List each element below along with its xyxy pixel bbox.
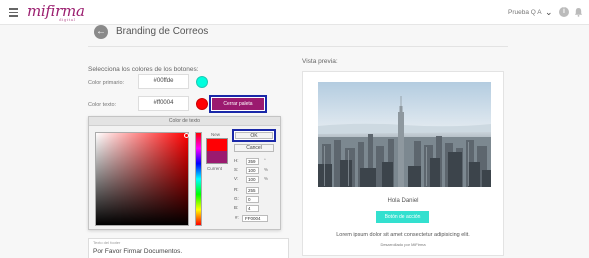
new-color-label: New (211, 132, 221, 137)
value-label: V: (234, 176, 239, 181)
city-skyline-image (318, 82, 491, 187)
email-preview-card: Hola Daniel Botón de acción Lorem ipsum … (302, 71, 504, 256)
greeting-text: Hola Daniel (387, 198, 419, 204)
green-label: G: (234, 196, 239, 201)
page-title: Branding de Correos (116, 26, 209, 37)
colors-section-label: Selecciona los colores de los botones: (88, 66, 199, 73)
preview-body-text: Lorem ipsum dolor sit amet consectetur a… (336, 232, 470, 238)
text-color-swatch[interactable] (196, 98, 208, 110)
red-field[interactable]: 255 (246, 187, 259, 194)
hue-unit: ° (264, 158, 266, 163)
powered-by-text: Desarrollado por MiFirma (380, 242, 426, 247)
skyline-drawing (318, 96, 491, 187)
color-cursor[interactable] (184, 133, 189, 138)
current-color-label: Current (207, 166, 223, 171)
cancel-button[interactable]: Cancel (234, 144, 274, 152)
value-field[interactable]: 100 (246, 176, 259, 183)
primary-color-label: Color primario: (88, 80, 125, 86)
back-button[interactable]: ← (94, 25, 108, 39)
hex-field[interactable]: FF0004 (242, 215, 268, 222)
bell-icon[interactable] (574, 7, 583, 17)
green-field[interactable]: 0 (246, 196, 259, 203)
saturation-unit: % (264, 167, 269, 172)
app-logo[interactable]: mifirma digital (27, 2, 85, 22)
new-color-swatch (206, 138, 228, 151)
chevron-down-icon[interactable]: ⌄ (545, 7, 553, 18)
primary-color-swatch[interactable] (196, 76, 208, 88)
divider (88, 46, 508, 47)
hex-label: #: (235, 215, 239, 220)
close-palette-button[interactable]: Cerrar paleta (209, 95, 267, 113)
hue-field[interactable]: 359 (246, 158, 259, 165)
ok-button[interactable]: OK (232, 129, 276, 142)
value-unit: % (264, 176, 269, 181)
saturation-field[interactable]: 100 (246, 167, 259, 174)
menu-icon[interactable] (9, 8, 18, 17)
text-color-label: Color texto: (88, 102, 117, 108)
top-bar: mifirma digital Prueba Q A ⌄ i (0, 0, 589, 25)
footer-text-label: Texto del footer (93, 240, 121, 245)
primary-color-input[interactable]: #00ffde (138, 74, 189, 89)
saturation-value-area[interactable] (95, 132, 189, 226)
red-label: R: (234, 187, 239, 192)
saturation-label: S: (234, 167, 239, 172)
hue-slider[interactable] (195, 132, 202, 226)
user-name[interactable]: Prueba Q A (508, 9, 542, 16)
preview-label: Vista previa: (302, 58, 338, 65)
footer-text-field[interactable]: Texto del footer Por Favor Firmar Docume… (88, 238, 289, 258)
blue-field[interactable]: 4 (246, 205, 259, 212)
footer-text-value: Por Favor Firmar Documentos. (93, 248, 183, 255)
blue-label: B: (234, 205, 239, 210)
current-color-swatch[interactable] (206, 151, 228, 164)
text-color-input[interactable]: #ff0004 (138, 96, 189, 111)
hue-label: H: (234, 158, 239, 163)
info-icon[interactable]: i (559, 7, 569, 17)
preview-action-button[interactable]: Botón de acción (376, 211, 429, 223)
dialog-title: Color de texto (89, 117, 280, 126)
color-picker-dialog: Color de texto New Current OK Cancel H: … (88, 116, 281, 230)
